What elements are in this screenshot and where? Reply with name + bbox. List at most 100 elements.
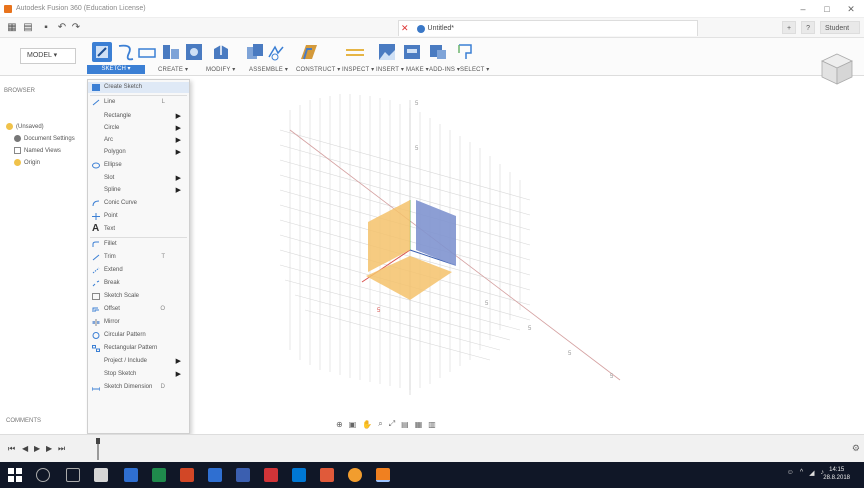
- menu-item-stop-sketch[interactable]: Stop Sketch ▶: [88, 369, 189, 380]
- sketch-menu-button[interactable]: SKETCH ▾: [87, 65, 145, 74]
- document-tab[interactable]: ✕ Untitled*: [398, 20, 698, 36]
- maximize-button[interactable]: □: [816, 2, 838, 16]
- mail-icon[interactable]: [292, 468, 306, 482]
- redo-icon[interactable]: ↷: [70, 22, 82, 34]
- file-explorer-icon[interactable]: [94, 468, 108, 482]
- minimize-button[interactable]: –: [792, 2, 814, 16]
- menu-item-sketch-scale[interactable]: Sketch Scale: [88, 291, 189, 302]
- tree-row-document-settings[interactable]: Document Settings: [14, 134, 75, 144]
- go-to-end-icon[interactable]: ⏭: [58, 444, 65, 454]
- grid-settings-icon[interactable]: ▦: [415, 420, 423, 429]
- menu-item-rectangle[interactable]: Rectangle ▶: [88, 111, 189, 122]
- box-create-icon[interactable]: [160, 41, 182, 63]
- creative-cloud-icon[interactable]: [320, 468, 334, 482]
- taskbar-clock[interactable]: 14:15 28.8.2018: [823, 466, 850, 482]
- select-tool-icon[interactable]: [454, 41, 476, 63]
- browser-header[interactable]: BROWSER: [4, 88, 35, 94]
- scripts-addins-icon[interactable]: [427, 41, 449, 63]
- menu-item-offset[interactable]: Offset O: [88, 304, 189, 315]
- menu-item-line[interactable]: Line L: [88, 97, 189, 108]
- viewports-icon[interactable]: ▥: [428, 420, 436, 429]
- menu-item-text[interactable]: A Text: [88, 223, 189, 235]
- menu-item-trim[interactable]: Trim T: [88, 252, 189, 263]
- file-menu-icon[interactable]: ▤: [22, 22, 34, 34]
- close-button[interactable]: ✕: [840, 2, 862, 16]
- inspect-menu-button[interactable]: INSPECT ▾: [342, 66, 374, 73]
- play-icon[interactable]: ▶: [34, 444, 40, 453]
- network-icon[interactable]: ◢: [809, 469, 814, 477]
- menu-item-sketch-dimension[interactable]: Sketch Dimension D: [88, 382, 189, 393]
- people-icon[interactable]: ☺: [787, 469, 794, 477]
- menu-item-slot[interactable]: Slot ▶: [88, 173, 189, 184]
- view-cube[interactable]: [818, 50, 856, 90]
- menu-item-polygon[interactable]: Polygon ▶: [88, 147, 189, 158]
- insert-image-icon[interactable]: [376, 41, 398, 63]
- joint-assemble-icon[interactable]: [265, 41, 287, 63]
- tree-row-root[interactable]: (Unsaved): [6, 122, 44, 132]
- pan-icon[interactable]: ✋: [362, 420, 372, 429]
- access-icon[interactable]: [264, 468, 278, 482]
- modify-menu-button[interactable]: MODIFY ▾: [206, 66, 236, 73]
- menu-item-circular-pattern[interactable]: Circular Pattern: [88, 330, 189, 341]
- fusion-taskbar-icon[interactable]: [376, 468, 390, 482]
- orbit-icon[interactable]: ⊕: [336, 420, 343, 429]
- menu-item-arc[interactable]: Arc ▶: [88, 135, 189, 146]
- menu-item-fillet[interactable]: Fillet: [88, 239, 189, 250]
- offset-plane-construct-icon[interactable]: [298, 41, 320, 63]
- menu-item-point[interactable]: Point: [88, 211, 189, 222]
- outlook-icon[interactable]: [208, 468, 222, 482]
- data-panel-icon[interactable]: ▦: [6, 22, 18, 34]
- new-tab-button[interactable]: +: [782, 21, 797, 34]
- tab-close-icon[interactable]: ✕: [401, 23, 409, 34]
- menu-item-mirror[interactable]: Mirror: [88, 317, 189, 328]
- menu-item-project-include[interactable]: Project / Include ▶: [88, 356, 189, 367]
- comments-panel-header[interactable]: COMMENTS: [6, 418, 41, 424]
- construct-menu-button[interactable]: CONSTRUCT ▾: [296, 66, 340, 73]
- excel-icon[interactable]: [152, 468, 166, 482]
- rectangle-sketch-icon[interactable]: [136, 41, 158, 63]
- powerpoint-icon[interactable]: [180, 468, 194, 482]
- select-menu-button[interactable]: SELECT ▾: [460, 66, 490, 73]
- menu-item-rectangular-pattern[interactable]: Rectangular Pattern: [88, 343, 189, 354]
- help-button[interactable]: ?: [801, 21, 815, 34]
- step-back-icon[interactable]: ◀: [22, 444, 28, 453]
- chrome-icon[interactable]: [348, 468, 362, 482]
- line-sketch-icon[interactable]: [115, 41, 137, 63]
- timeline-marker[interactable]: [96, 438, 100, 460]
- publisher-icon[interactable]: [236, 468, 250, 482]
- workspace-dropdown[interactable]: MODEL ▾: [20, 48, 76, 64]
- addins-menu-button[interactable]: ADD-INS ▾: [429, 66, 460, 73]
- undo-icon[interactable]: ↶: [56, 22, 68, 34]
- tree-row-origin[interactable]: Origin: [14, 158, 40, 168]
- menu-item-create-sketch[interactable]: Create Sketch: [88, 82, 189, 93]
- extrude-create-icon[interactable]: [183, 41, 205, 63]
- look-at-icon[interactable]: ▣: [349, 420, 357, 429]
- make-menu-button[interactable]: MAKE ▾: [406, 66, 429, 73]
- word-icon[interactable]: [124, 468, 138, 482]
- windows-start-icon[interactable]: [8, 468, 22, 482]
- menu-item-ellipse[interactable]: Ellipse: [88, 160, 189, 171]
- display-settings-icon[interactable]: ▤: [401, 420, 409, 429]
- profile-button[interactable]: Student: [820, 21, 860, 34]
- menu-item-conic-curve[interactable]: Conic Curve: [88, 198, 189, 209]
- tree-row-named-views[interactable]: Named Views: [14, 146, 61, 156]
- fit-icon[interactable]: ⤢: [389, 419, 395, 429]
- search-icon[interactable]: [36, 468, 50, 482]
- tray-chevron-icon[interactable]: ^: [800, 469, 803, 477]
- menu-item-break[interactable]: Break: [88, 278, 189, 289]
- menu-item-spline[interactable]: Spline ▶: [88, 185, 189, 196]
- task-view-icon[interactable]: [66, 468, 80, 482]
- lightbulb-icon[interactable]: [14, 158, 21, 166]
- new-component-assemble-icon[interactable]: [244, 41, 266, 63]
- insert-menu-button[interactable]: INSERT ▾: [376, 66, 404, 73]
- step-forward-icon[interactable]: ▶: [46, 444, 52, 453]
- timeline-settings-icon[interactable]: ⚙: [852, 443, 860, 454]
- assemble-menu-button[interactable]: ASSEMBLE ▾: [249, 66, 288, 73]
- press-pull-modify-icon[interactable]: [210, 41, 232, 63]
- make-3d-print-icon[interactable]: [401, 41, 423, 63]
- measure-inspect-icon[interactable]: [344, 41, 366, 63]
- menu-item-circle[interactable]: Circle ▶: [88, 123, 189, 134]
- create-menu-button[interactable]: CREATE ▾: [158, 66, 188, 73]
- lightbulb-icon[interactable]: [6, 122, 13, 130]
- go-to-start-icon[interactable]: ⏮: [8, 444, 15, 454]
